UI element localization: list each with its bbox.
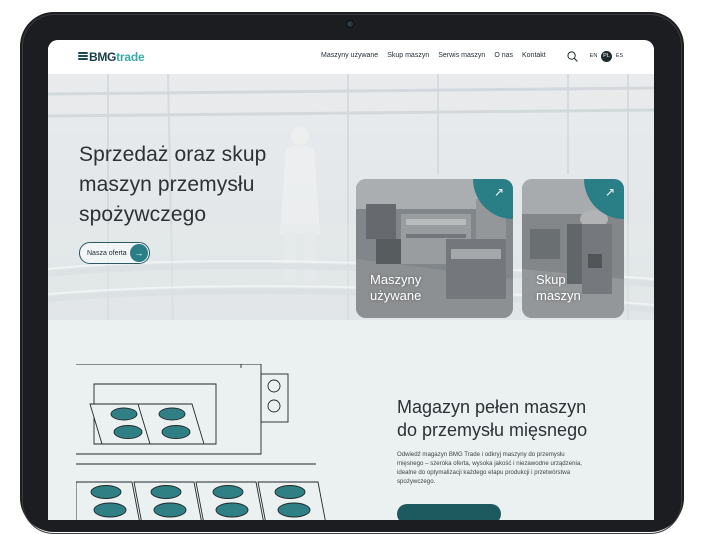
- card-machine-buyout[interactable]: Skup maszyn ↗: [522, 179, 624, 318]
- hero-section: Sprzedaż oraz skup maszyn przemysłu spoż…: [48, 74, 654, 320]
- warehouse-title-line: Magazyn pełen maszyn: [397, 397, 587, 417]
- camera-icon: [347, 21, 353, 27]
- description-line: mięsnego – szeroka oferta, wysoka jakość…: [397, 460, 582, 467]
- card-used-machines[interactable]: Maszyny używane ↗: [356, 179, 513, 318]
- lang-en[interactable]: EN: [588, 51, 599, 62]
- description-line: spożywczego.: [397, 478, 436, 485]
- card-label-line: Maszyny: [370, 272, 422, 287]
- card-label-line: maszyn: [536, 288, 581, 303]
- description-line: idealne do optymalizacji każdego etapu p…: [397, 469, 571, 476]
- arrow-right-icon: →: [130, 244, 148, 262]
- arrow-up-right-icon: ↗: [604, 185, 615, 199]
- site-header: BMG trade Maszyny używane Skup maszyn Se…: [48, 40, 654, 74]
- lang-pl[interactable]: PL: [601, 51, 612, 62]
- hero-title: Sprzedaż oraz skup maszyn przemysłu spoż…: [79, 140, 266, 230]
- logo-text-bmg: BMG: [89, 50, 117, 64]
- card-used-machines-label: Maszyny używane: [370, 272, 421, 304]
- language-switcher: EN PL ES: [588, 51, 627, 62]
- card-machine-buyout-label: Skup maszyn: [536, 272, 581, 304]
- main-nav: Maszyny używane Skup maszyn Serwis maszy…: [321, 52, 555, 59]
- nav-item-machine-buyout[interactable]: Skup maszyn: [387, 52, 429, 59]
- our-offer-label: Nasza oferta: [87, 249, 127, 257]
- nav-item-machine-service[interactable]: Serwis maszyn: [438, 52, 485, 59]
- website-screen: BMG trade Maszyny używane Skup maszyn Se…: [48, 40, 654, 520]
- nav-item-used-machines[interactable]: Maszyny używane: [321, 52, 378, 59]
- nav-item-about[interactable]: O nas: [494, 52, 513, 59]
- our-offer-button[interactable]: Nasza oferta →: [79, 242, 150, 264]
- hero-title-line: maszyn przemysłu: [79, 173, 255, 196]
- card-label-line: używane: [370, 288, 422, 303]
- warehouse-title-line: do przemysłu mięsnego: [397, 420, 588, 440]
- hero-title-line: Sprzedaż oraz skup: [79, 143, 267, 166]
- warehouse-cta-button[interactable]: [397, 504, 501, 520]
- search-icon[interactable]: [567, 51, 578, 62]
- logo[interactable]: BMG trade: [78, 50, 145, 64]
- card-label-line: Skup: [536, 272, 566, 287]
- logo-mark-icon: [78, 51, 88, 63]
- nav-item-contact[interactable]: Kontakt: [522, 52, 546, 59]
- hero-title-line: spożywczego: [79, 203, 207, 226]
- lang-es[interactable]: ES: [614, 51, 625, 62]
- description-line: Odwiedź magazyn BMG Trade i odkryj maszy…: [397, 451, 565, 458]
- warehouse-section: Magazyn pełen maszyn do przemysłu mięsne…: [48, 320, 654, 520]
- packaging-machine-illustration: [76, 364, 326, 520]
- logo-text-trade: trade: [116, 50, 145, 64]
- warehouse-title: Magazyn pełen maszyn do przemysłu mięsne…: [397, 396, 587, 442]
- arrow-up-right-icon: ↗: [493, 185, 504, 199]
- warehouse-description: Odwiedź magazyn BMG Trade i odkryj maszy…: [397, 450, 627, 486]
